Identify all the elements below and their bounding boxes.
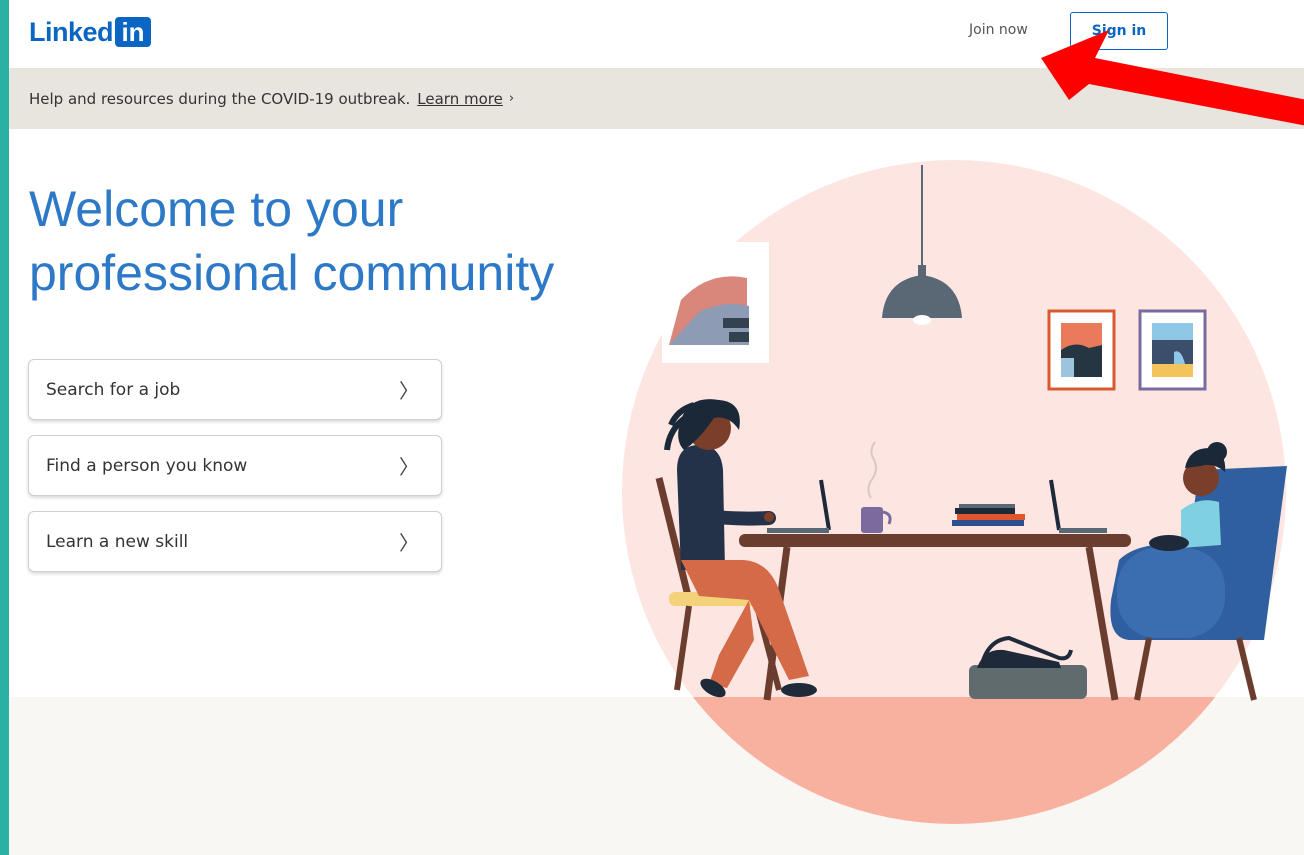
annotation-arrow xyxy=(1041,30,1304,126)
page-frame: Linked in Join now Sign in Help and reso… xyxy=(9,0,1304,855)
